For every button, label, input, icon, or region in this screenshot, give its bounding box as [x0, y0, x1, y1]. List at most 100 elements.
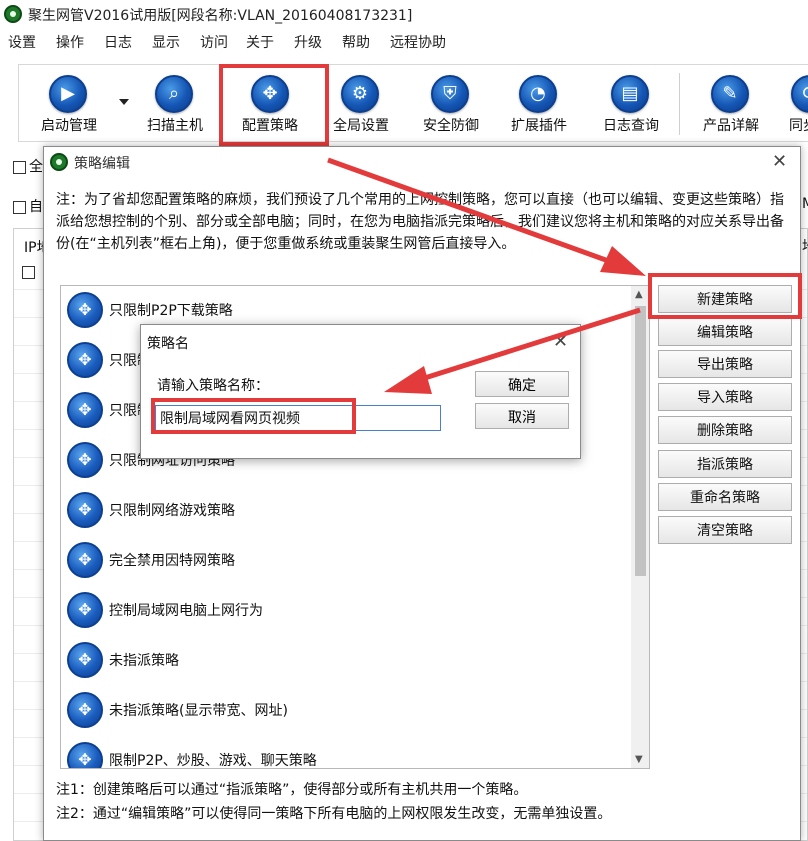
menu-log[interactable]: 日志 [104, 32, 132, 52]
scan-hosts-button[interactable]: ⌕ 扫描主机 [133, 65, 217, 141]
log-query-button[interactable]: ▤ 日志查询 [589, 65, 673, 141]
strategy-name-input[interactable] [155, 405, 441, 431]
column-fragment: 地 [802, 236, 808, 256]
menu-operation[interactable]: 操作 [56, 32, 84, 52]
main-toolbar: ▶ 启动管理 ⌕ 扫描主机 ✥ 配置策略 ⚙ 全局设置 ⛨ 安全防御 ◔ 扩展插… [18, 64, 808, 142]
config-strategy-button[interactable]: ✥ 配置策略 [227, 65, 313, 141]
window-titlebar: 聚生网管V2016试用版[网段名称:VLAN_20160408173231] [0, 0, 808, 28]
ok-button[interactable]: 确定 [475, 371, 569, 397]
scroll-thumb[interactable] [635, 306, 646, 576]
scroll-down-arrow-icon[interactable]: ▼ [635, 754, 643, 765]
search-icon: ⌕ [155, 75, 193, 113]
menu-display[interactable]: 显示 [152, 32, 180, 52]
list-item[interactable]: ✥ 只限制网络游戏策略 [65, 486, 625, 532]
security-defense-button[interactable]: ⛨ 安全防御 [409, 65, 493, 141]
strategy-label: 未指派策略(显示带宽、网址) [109, 703, 288, 719]
move-arrows-icon: ✥ [67, 542, 103, 578]
menu-settings[interactable]: 设置 [8, 32, 36, 52]
move-arrows-icon: ✥ [251, 75, 289, 113]
checkbox-label: 全 [29, 159, 43, 175]
popup-prompt: 请输入策略名称： [157, 378, 269, 394]
strategy-label: 只限制P2P下载策略 [109, 303, 233, 319]
menu-access[interactable]: 访问 [200, 32, 228, 52]
dialog-note: 注：为了省却您配置策略的麻烦，我们预设了几个常用的上网控制策略，您可以直接（也可… [56, 192, 784, 252]
menu-remote-assist[interactable]: 远程协助 [390, 32, 446, 52]
row-checkbox[interactable] [22, 265, 35, 280]
list-item[interactable]: ✥ 未指派策略(显示带宽、网址) [65, 686, 625, 732]
window-title: 聚生网管V2016试用版[网段名称:VLAN_20160408173231] [28, 8, 413, 24]
strategy-label: 只限制网络游戏策略 [109, 503, 235, 519]
gear-icon: ⚙ [341, 75, 379, 113]
list-item[interactable]: ✥ 限制P2P、炒股、游戏、聊天策略 [65, 736, 625, 768]
move-arrows-icon: ✥ [67, 492, 103, 528]
product-details-button[interactable]: ✎ 产品详解 [689, 65, 773, 141]
auto-checkbox[interactable]: 自 [13, 196, 43, 216]
delete-strategy-button[interactable]: 删除策略 [658, 416, 792, 444]
strategy-name-popup: 策略名 ✕ 请输入策略名称： 确定 取消 [140, 324, 581, 459]
move-arrows-icon: ✥ [67, 292, 103, 328]
list-item[interactable]: ✥ 完全禁用因特网策略 [65, 536, 625, 582]
menu-bar: 设置 操作 日志 显示 访问 关于 升级 帮助 远程协助 [0, 30, 808, 54]
close-icon[interactable]: ✕ [772, 153, 787, 171]
popup-title: 策略名 [147, 336, 189, 352]
list-item[interactable]: ✥ 未指派策略 [65, 636, 625, 682]
sync-button[interactable]: ⟳ 同步 [781, 65, 808, 141]
select-all-checkbox[interactable]: 全 [13, 156, 43, 176]
menu-help[interactable]: 帮助 [342, 32, 370, 52]
play-icon: ▶ [49, 75, 87, 113]
close-icon[interactable]: ✕ [553, 333, 568, 351]
global-settings-button[interactable]: ⚙ 全局设置 [319, 65, 403, 141]
sync-icon: ⟳ [791, 75, 808, 113]
strategy-label: 完全禁用因特网策略 [109, 553, 235, 569]
move-arrows-icon: ✥ [67, 342, 103, 378]
security-defense-label: 安全防御 [423, 118, 479, 134]
rename-strategy-button[interactable]: 重命名策略 [658, 483, 792, 511]
strategy-list-scrollbar[interactable]: ▲ ▼ [631, 286, 649, 768]
toolbar-separator [679, 73, 680, 135]
strategy-label: 未指派策略 [109, 653, 179, 669]
shield-icon: ⛨ [431, 75, 469, 113]
footnote-2: 注2：通过“编辑策略”可以使得同一策略下所有电脑的上网权限发生改变，无需单独设置… [56, 806, 612, 822]
scroll-up-arrow-icon[interactable]: ▲ [635, 289, 643, 300]
scan-hosts-label: 扫描主机 [147, 118, 203, 134]
import-strategy-button[interactable]: 导入策略 [658, 383, 792, 411]
log-book-icon: ▤ [611, 75, 649, 113]
menu-about[interactable]: 关于 [246, 32, 274, 52]
assign-strategy-button[interactable]: 指派策略 [658, 450, 792, 478]
column-fragment: M [802, 196, 808, 212]
checkbox-box [22, 266, 35, 279]
move-arrows-icon: ✥ [67, 642, 103, 678]
footnote-1: 注1：创建策略后可以通过“指派策略”，使得部分或所有主机共用一个策略。 [56, 782, 528, 798]
menu-upgrade[interactable]: 升级 [294, 32, 322, 52]
new-strategy-button[interactable]: 新建策略 [658, 285, 792, 313]
chevron-down-icon[interactable] [119, 99, 129, 105]
extension-plugins-button[interactable]: ◔ 扩展插件 [497, 65, 581, 141]
pie-chart-icon: ◔ [519, 75, 557, 113]
dialog-title: 策略编辑 [74, 156, 130, 172]
extension-plugins-label: 扩展插件 [511, 118, 567, 134]
dialog-titlebar: 策略编辑 ✕ [44, 147, 800, 177]
sync-label: 同步 [789, 118, 808, 134]
export-strategy-button[interactable]: 导出策略 [658, 350, 792, 378]
start-manage-button[interactable]: ▶ 启动管理 [27, 65, 111, 141]
log-query-label: 日志查询 [603, 118, 659, 134]
move-arrows-icon: ✥ [67, 592, 103, 628]
document-edit-icon: ✎ [711, 75, 749, 113]
strategy-label: 控制局域网电脑上网行为 [109, 603, 263, 619]
edit-strategy-button[interactable]: 编辑策略 [658, 318, 792, 346]
move-arrows-icon: ✥ [67, 742, 103, 768]
global-settings-label: 全局设置 [333, 118, 389, 134]
clear-strategy-button[interactable]: 清空策略 [658, 516, 792, 544]
cancel-button[interactable]: 取消 [475, 403, 569, 429]
start-manage-label: 启动管理 [41, 118, 97, 134]
move-arrows-icon: ✥ [67, 392, 103, 428]
checkbox-box [13, 201, 26, 214]
list-item[interactable]: ✥ 控制局域网电脑上网行为 [65, 586, 625, 632]
config-strategy-label: 配置策略 [242, 118, 298, 134]
move-arrows-icon: ✥ [67, 442, 103, 478]
strategy-edit-dialog: 策略编辑 ✕ 注：为了省却您配置策略的麻烦，我们预设了几个常用的上网控制策略，您… [43, 146, 801, 841]
checkbox-box [13, 161, 26, 174]
app-logo-icon [50, 153, 68, 171]
checkbox-label: 自 [29, 199, 43, 215]
product-details-label: 产品详解 [703, 118, 759, 134]
